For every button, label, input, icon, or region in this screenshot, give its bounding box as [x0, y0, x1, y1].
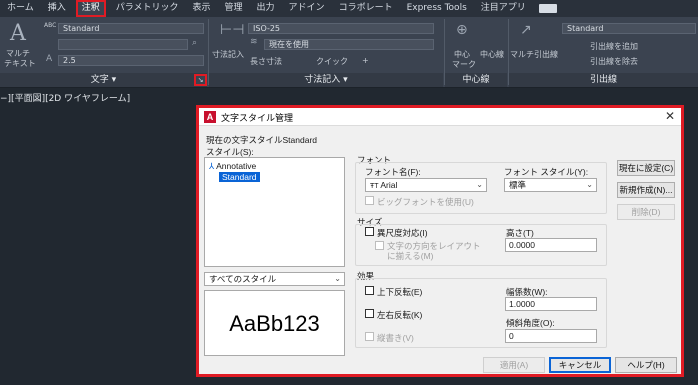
set-current-button[interactable]: 現在に設定(C): [617, 160, 675, 176]
text-style-dialog: A 文字スタイル管理 ✕ 現在の文字スタイルStandard スタイル(S): …: [199, 108, 681, 374]
text-panel-title[interactable]: 文字 ▾: [0, 73, 207, 87]
help-button[interactable]: ヘルプ(H): [615, 357, 677, 373]
dim-continue-label[interactable]: +: [362, 56, 369, 65]
leader-panel-title: 引出線: [509, 73, 698, 87]
annotative-label: 異尺度対応(I): [377, 228, 428, 238]
search-icon[interactable]: ⌕: [192, 39, 197, 48]
oblique-angle-input[interactable]: 0: [505, 329, 597, 343]
oblique-angle-label: 傾斜角度(O):: [506, 318, 555, 328]
center-mark-label-2[interactable]: マーク: [452, 59, 476, 70]
dialog-title: 文字スタイル管理: [221, 113, 294, 123]
leader-style-combo[interactable]: Standard: [562, 23, 696, 34]
list-item[interactable]: ⅄ Annotative: [209, 161, 256, 172]
new-style-button[interactable]: 新規作成(N)...: [617, 182, 675, 198]
cancel-button[interactable]: キャンセル: [549, 357, 611, 373]
match-orientation-checkbox[interactable]: [375, 241, 384, 250]
truetype-icon: ŦT: [370, 183, 381, 190]
styles-list[interactable]: ⅄ Annotative Standard: [204, 157, 345, 267]
multiline-text-label-2[interactable]: テキスト: [4, 58, 36, 69]
apply-button[interactable]: 適用(A): [483, 357, 545, 373]
dim-layer-combo[interactable]: 現在を使用: [264, 39, 434, 50]
delete-style-button[interactable]: 削除(D): [617, 204, 675, 220]
current-style-label: 現在の文字スタイルStandard: [206, 135, 317, 145]
dim-quick-label[interactable]: クイック: [316, 56, 348, 67]
font-style-label: フォント スタイル(Y):: [504, 167, 589, 177]
ribbon-tab-bar: ホーム 挿入 注釈 パラメトリック 表示 管理 出力 アドイン コラボレート E…: [0, 0, 698, 17]
chevron-down-icon: ⌄: [334, 274, 341, 283]
viewport-controls[interactable]: −][平面図][2D ワイヤフレーム]: [0, 91, 130, 104]
text-style-dialog-launcher-icon[interactable]: ↘: [194, 74, 207, 86]
centerline-label[interactable]: 中心線: [480, 49, 504, 60]
multileader-icon[interactable]: ↗: [520, 23, 532, 37]
preview-text: AaBb123: [229, 311, 320, 336]
multileader-label[interactable]: マルチ引出線: [510, 49, 558, 60]
dim-style-combo[interactable]: ISO-25: [248, 23, 434, 34]
center-mark-icon[interactable]: ⊕: [456, 23, 468, 37]
close-icon[interactable]: ✕: [665, 109, 675, 123]
text-height-icon: A: [46, 54, 53, 64]
style-filter-combo[interactable]: すべてのスタイル ⌄: [204, 272, 345, 286]
multiline-text-icon[interactable]: A: [10, 21, 26, 46]
ribbon-panel: A マルチ テキスト ABC Standard ⌕ A 2.5 文字 ▾ ↘ ⊢…: [0, 17, 698, 88]
list-item-selected[interactable]: Standard: [219, 172, 260, 182]
width-factor-input[interactable]: 1.0000: [505, 297, 597, 311]
height-input[interactable]: 0.0000: [505, 238, 597, 252]
tab-addins[interactable]: アドイン: [282, 0, 332, 17]
annotative-icon: ⅄: [209, 161, 215, 171]
vertical-checkbox[interactable]: [365, 332, 374, 341]
tab-express-tools[interactable]: Express Tools: [400, 0, 474, 17]
bigfont-checkbox[interactable]: [365, 196, 374, 205]
dimension-big-label[interactable]: 寸法記入: [212, 49, 244, 60]
tab-home[interactable]: ホーム: [0, 0, 41, 17]
font-style-combo[interactable]: 標準 ⌄: [504, 178, 597, 192]
dialog-titlebar[interactable]: A 文字スタイル管理 ✕: [199, 108, 681, 126]
vertical-label: 縦書き(V): [377, 333, 414, 343]
backwards-label: 左右反転(K): [377, 310, 423, 320]
tab-manage[interactable]: 管理: [218, 0, 250, 17]
tab-annotate[interactable]: 注釈: [75, 0, 106, 17]
bigfont-label: ビッグフォントを使用(U): [377, 197, 474, 207]
remove-leader-label[interactable]: 引出線を除去: [590, 56, 638, 67]
tab-view[interactable]: 表示: [186, 0, 218, 17]
style-preview: AaBb123: [204, 290, 345, 356]
abc-check-icon[interactable]: ABC: [44, 22, 56, 29]
annotative-checkbox[interactable]: [365, 227, 374, 236]
tab-parametric[interactable]: パラメトリック: [109, 0, 186, 17]
text-style-combo[interactable]: Standard: [58, 23, 204, 34]
text-height-combo[interactable]: 2.5: [58, 55, 204, 66]
tab-insert[interactable]: 挿入: [41, 0, 73, 17]
text-find-field[interactable]: [58, 39, 188, 50]
autocad-logo-icon: A: [204, 111, 216, 123]
centerline-panel-title: 中心線: [445, 73, 507, 87]
dimension-icon[interactable]: ⊢⊣: [220, 23, 244, 37]
dim-linear-label[interactable]: 長さ寸法: [250, 56, 282, 67]
tab-collaborate[interactable]: コラボレート: [332, 0, 400, 17]
ribbon-options-icon[interactable]: [538, 4, 557, 13]
dim-layer-icon: ≋: [250, 37, 258, 47]
tab-output[interactable]: 出力: [250, 0, 282, 17]
match-orientation-label-2: に揃える(M): [387, 251, 434, 261]
upside-down-checkbox[interactable]: [365, 286, 374, 295]
chevron-down-icon: ⌄: [476, 180, 483, 189]
chevron-down-icon: ⌄: [586, 180, 593, 189]
tab-featured-apps[interactable]: 注目アプリ: [474, 0, 533, 17]
dimension-panel-title[interactable]: 寸法記入 ▾: [209, 73, 443, 87]
backwards-checkbox[interactable]: [365, 309, 374, 318]
font-name-combo[interactable]: ŦT Arial ⌄: [365, 178, 487, 192]
add-leader-label[interactable]: 引出線を追加: [590, 41, 638, 52]
font-name-label: フォント名(F):: [365, 167, 421, 177]
upside-down-label: 上下反転(E): [377, 287, 423, 297]
